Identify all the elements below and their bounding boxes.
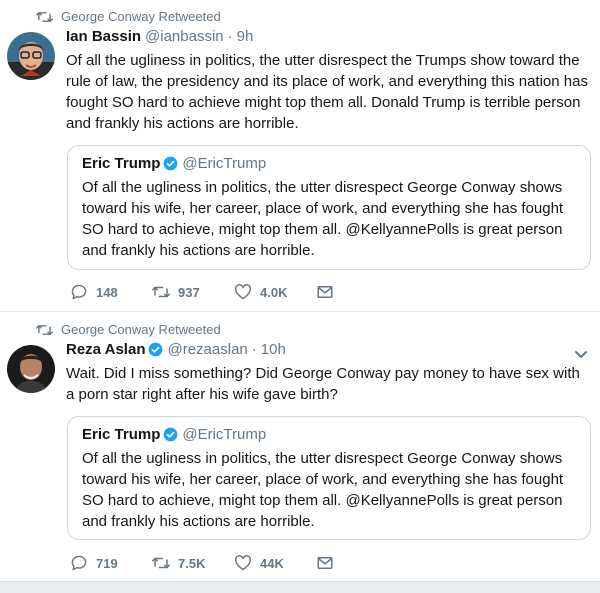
retweet-count: 937 bbox=[178, 284, 200, 300]
retweeted-by-row: George Conway Retweeted bbox=[36, 322, 221, 337]
chevron-down-icon[interactable] bbox=[574, 350, 588, 360]
retweeted-by-label: George Conway Retweeted bbox=[61, 9, 221, 24]
like-button[interactable]: 4.0K bbox=[234, 284, 316, 300]
feed-divider bbox=[0, 581, 600, 593]
quote-header: Eric Trump @EricTrump bbox=[82, 426, 266, 443]
reply-button[interactable]: 719 bbox=[70, 555, 152, 571]
author-name[interactable]: Ian Bassin bbox=[66, 28, 141, 45]
quote-text: Of all the ugliness in politics, the utt… bbox=[82, 450, 564, 530]
retweet-count: 7.5K bbox=[178, 555, 206, 571]
quoted-tweet[interactable]: Eric Trump @EricTrump Of all the uglines… bbox=[67, 416, 591, 540]
retweet-button[interactable]: 937 bbox=[152, 284, 234, 300]
avatar[interactable] bbox=[7, 345, 55, 393]
separator-dot: · bbox=[227, 28, 233, 45]
like-icon bbox=[234, 555, 252, 571]
verified-badge-icon bbox=[163, 427, 178, 442]
separator-dot: · bbox=[251, 341, 257, 358]
retweet-icon bbox=[152, 557, 170, 569]
tweet-ian-bassin[interactable]: George Conway Retweeted Ian Bassin @ianb… bbox=[0, 0, 600, 312]
message-icon bbox=[317, 557, 333, 569]
quoted-tweet[interactable]: Eric Trump @EricTrump Of all the uglines… bbox=[67, 145, 591, 270]
retweet-icon bbox=[36, 324, 53, 335]
verified-badge-icon bbox=[149, 342, 163, 357]
verified-badge-icon bbox=[163, 156, 178, 171]
reply-icon bbox=[71, 555, 87, 571]
message-icon bbox=[317, 286, 333, 298]
author-name[interactable]: Reza Aslan bbox=[66, 341, 145, 358]
tweet-text: Wait. Did I miss something? Did George C… bbox=[66, 365, 580, 403]
quote-author-name: Eric Trump bbox=[82, 155, 161, 172]
tweet-header: Reza Aslan @rezaaslan · 10h bbox=[66, 341, 286, 358]
reply-count: 719 bbox=[96, 555, 118, 571]
retweet-icon bbox=[152, 286, 170, 298]
tweet-header: Ian Bassin @ianbassin · 9h bbox=[66, 28, 253, 45]
author-handle[interactable]: @rezaaslan bbox=[167, 341, 247, 358]
quote-header: Eric Trump @EricTrump bbox=[82, 155, 266, 172]
quote-author-handle: @EricTrump bbox=[182, 426, 267, 443]
action-bar: 148 937 4.0K bbox=[70, 284, 334, 300]
quote-author-name: Eric Trump bbox=[82, 426, 161, 443]
tweet-time[interactable]: 10h bbox=[261, 341, 286, 358]
retweeted-by-row: George Conway Retweeted bbox=[36, 9, 221, 24]
author-handle[interactable]: @ianbassin bbox=[145, 28, 224, 45]
like-icon bbox=[234, 284, 252, 300]
tweet-time[interactable]: 9h bbox=[237, 28, 254, 45]
retweeted-by-label: George Conway Retweeted bbox=[61, 322, 221, 337]
retweet-button[interactable]: 7.5K bbox=[152, 555, 234, 571]
like-count: 44K bbox=[260, 555, 284, 571]
reply-count: 148 bbox=[96, 284, 118, 300]
direct-message-button[interactable] bbox=[316, 284, 334, 300]
avatar[interactable] bbox=[7, 32, 55, 80]
tweet-reza-aslan[interactable]: George Conway Retweeted Reza Aslan @reza… bbox=[0, 313, 600, 581]
action-bar: 719 7.5K 44K bbox=[70, 555, 334, 571]
like-button[interactable]: 44K bbox=[234, 555, 316, 571]
quote-author-handle: @EricTrump bbox=[182, 155, 267, 172]
quote-text: Of all the ugliness in politics, the utt… bbox=[82, 179, 564, 259]
reply-icon bbox=[71, 284, 87, 300]
direct-message-button[interactable] bbox=[316, 555, 334, 571]
reply-button[interactable]: 148 bbox=[70, 284, 152, 300]
like-count: 4.0K bbox=[260, 284, 288, 300]
tweet-text: Of all the ugliness in politics, the utt… bbox=[66, 52, 588, 132]
retweet-icon bbox=[36, 11, 53, 22]
